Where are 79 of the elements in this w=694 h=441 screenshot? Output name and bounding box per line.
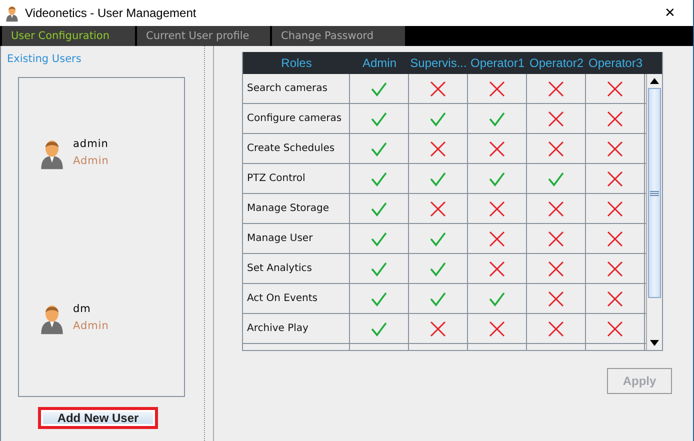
role-cell: Create Schedules xyxy=(243,134,350,163)
cross-icon[interactable] xyxy=(488,260,506,278)
splitter[interactable] xyxy=(204,46,214,441)
check-icon[interactable] xyxy=(488,170,506,188)
column-header[interactable]: Operator2 xyxy=(527,56,586,70)
cross-icon[interactable] xyxy=(606,170,624,188)
add-user-button[interactable]: Add New User xyxy=(38,407,158,429)
cross-icon[interactable] xyxy=(488,80,506,98)
cross-icon[interactable] xyxy=(547,230,565,248)
check-icon[interactable] xyxy=(488,290,506,308)
cross-icon[interactable] xyxy=(547,80,565,98)
scroll-down-icon[interactable] xyxy=(650,340,659,346)
role-cell: Set Analytics xyxy=(243,254,350,283)
cross-icon[interactable] xyxy=(547,110,565,128)
role-cell: Archive Play xyxy=(243,314,350,343)
tab[interactable]: Change Password xyxy=(272,26,407,46)
cross-icon[interactable] xyxy=(606,110,624,128)
close-button[interactable]: ✕ xyxy=(647,6,693,20)
role-cell: Search cameras xyxy=(243,74,350,103)
cross-icon[interactable] xyxy=(547,320,565,338)
column-header[interactable]: Operator3 xyxy=(586,56,645,70)
check-icon[interactable] xyxy=(370,80,388,98)
check-icon[interactable] xyxy=(429,290,447,308)
check-icon[interactable] xyxy=(429,260,447,278)
tab[interactable]: Current User profile xyxy=(137,26,272,46)
check-icon[interactable] xyxy=(370,230,388,248)
grip-icon xyxy=(650,190,659,196)
check-icon[interactable] xyxy=(370,170,388,188)
role-cell: Configure cameras xyxy=(243,104,350,133)
cross-icon[interactable] xyxy=(547,140,565,158)
cross-icon[interactable] xyxy=(606,200,624,218)
cross-icon[interactable] xyxy=(429,140,447,158)
cross-icon[interactable] xyxy=(429,200,447,218)
check-icon[interactable] xyxy=(370,110,388,128)
app-icon xyxy=(5,4,19,22)
cross-icon[interactable] xyxy=(606,260,624,278)
cross-icon[interactable] xyxy=(606,230,624,248)
cross-icon[interactable] xyxy=(429,320,447,338)
column-header[interactable]: Operator1 xyxy=(468,56,527,70)
cross-icon[interactable] xyxy=(488,200,506,218)
scroll-up-icon[interactable] xyxy=(650,78,659,84)
cross-icon[interactable] xyxy=(488,320,506,338)
check-icon[interactable] xyxy=(370,140,388,158)
check-icon[interactable] xyxy=(429,110,447,128)
check-icon[interactable] xyxy=(370,200,388,218)
check-icon[interactable] xyxy=(370,260,388,278)
cross-icon[interactable] xyxy=(606,80,624,98)
role-cell: Manage Storage xyxy=(243,194,350,223)
cross-icon[interactable] xyxy=(429,80,447,98)
role-cell: Manage User xyxy=(243,224,350,253)
window-title: Videonetics - User Management xyxy=(25,6,198,20)
check-icon[interactable] xyxy=(429,170,447,188)
check-icon[interactable] xyxy=(370,290,388,308)
user-avatar-icon xyxy=(39,303,65,335)
tab[interactable]: User Configuration xyxy=(2,26,137,46)
user-name[interactable]: dm xyxy=(73,303,109,315)
panel-title: Existing Users xyxy=(7,53,82,65)
cross-icon[interactable] xyxy=(547,200,565,218)
check-icon[interactable] xyxy=(429,230,447,248)
role-cell: PTZ Control xyxy=(243,164,350,193)
cross-icon[interactable] xyxy=(606,320,624,338)
check-icon[interactable] xyxy=(547,170,565,188)
check-icon[interactable] xyxy=(488,110,506,128)
user-role: Admin xyxy=(73,155,109,167)
column-header[interactable]: Admin xyxy=(350,56,409,70)
user-role: Admin xyxy=(73,320,109,332)
column-header[interactable]: Roles xyxy=(243,56,350,70)
cross-icon[interactable] xyxy=(606,290,624,308)
check-icon[interactable] xyxy=(370,320,388,338)
cross-icon[interactable] xyxy=(488,230,506,248)
column-header[interactable]: Supervis... xyxy=(409,56,468,70)
cross-icon[interactable] xyxy=(547,260,565,278)
role-cell: Act On Events xyxy=(243,284,350,313)
cross-icon[interactable] xyxy=(606,140,624,158)
scrollbar[interactable] xyxy=(646,74,662,350)
user-avatar-icon xyxy=(39,138,65,170)
cross-icon[interactable] xyxy=(488,140,506,158)
cross-icon[interactable] xyxy=(547,290,565,308)
user-name[interactable]: admin xyxy=(73,138,109,150)
